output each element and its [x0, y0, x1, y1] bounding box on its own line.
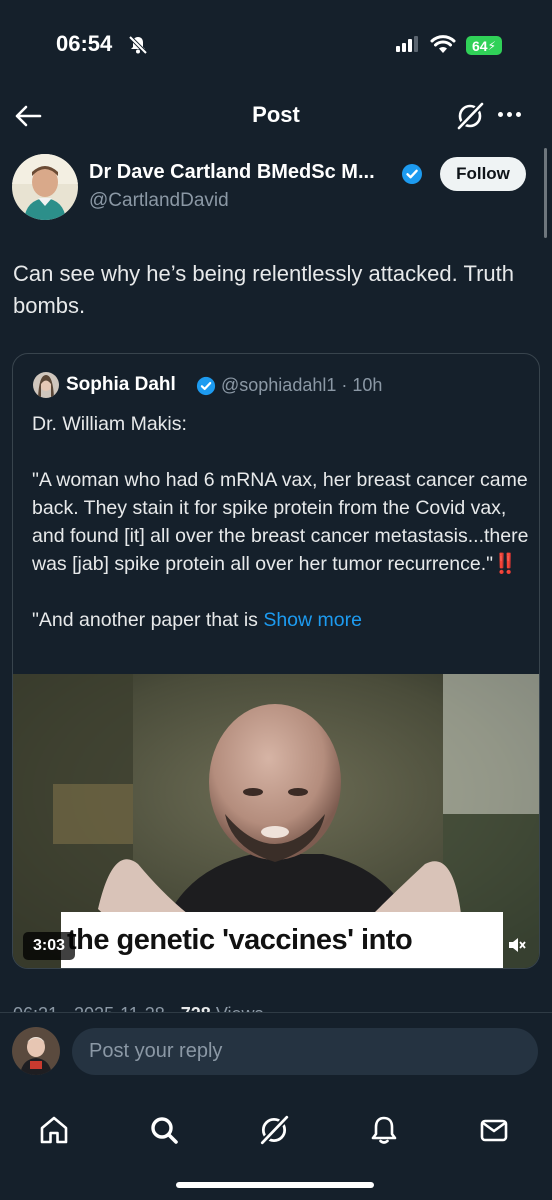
quote-author-name: Sophia Dahl [66, 374, 176, 395]
home-indicator[interactable] [176, 1182, 374, 1188]
verified-badge-icon [196, 376, 216, 401]
grok-icon [258, 1114, 290, 1151]
home-icon [38, 1114, 70, 1151]
grok-icon[interactable] [455, 101, 485, 136]
show-more-link[interactable]: Show more [263, 609, 362, 631]
nav-search[interactable] [134, 1102, 194, 1162]
quote-handle-time: @sophiadahl1 · 10h [221, 375, 383, 395]
user-avatar[interactable] [12, 1027, 60, 1075]
more-icon[interactable] [498, 112, 521, 117]
follow-button[interactable]: Follow [440, 157, 526, 191]
mute-icon[interactable] [507, 936, 527, 959]
post-text: Can see why he’s being relentlessly atta… [13, 261, 514, 318]
reply-input[interactable]: Post your reply [72, 1028, 538, 1075]
scrollbar[interactable] [544, 148, 547, 238]
quote-line-1: Dr. William Makis: [32, 413, 187, 435]
bell-slash-icon [128, 35, 148, 60]
signal-icon [396, 36, 418, 52]
nav-grok[interactable] [244, 1102, 304, 1162]
quoted-post[interactable]: Sophia Dahl @sophiadahl1 · 10h Dr. Willi… [12, 353, 540, 969]
quote-avatar [33, 372, 59, 398]
quote-paragraph-text: "A woman who had 6 mRNA vax, her breast … [32, 469, 529, 575]
double-exclamation-emoji: ‼️ [493, 553, 518, 575]
notifications-icon [368, 1114, 400, 1151]
video-duration: 3:03 [23, 932, 75, 960]
reply-bar: Post your reply [0, 1012, 552, 1088]
nav-notifications[interactable] [354, 1102, 414, 1162]
quote-line-3: "And another paper that is Show more [32, 606, 532, 634]
battery-charging-icon: 64 ⚡ [466, 36, 502, 55]
status-time: 06:54 [56, 31, 113, 56]
bottom-nav [0, 1088, 552, 1200]
author-avatar[interactable] [12, 154, 78, 220]
nav-messages[interactable] [464, 1102, 524, 1162]
battery-level: 64 [471, 37, 488, 54]
verified-badge-icon [401, 163, 423, 190]
nav-home[interactable] [24, 1102, 84, 1162]
video-caption: the genetic 'vaccines' into [67, 924, 413, 956]
search-icon [148, 1114, 180, 1151]
author-name[interactable]: Dr Dave Cartland BMedSc M... [89, 161, 375, 184]
quote-text: Dr. William Makis: "A woman who had 6 mR… [32, 410, 532, 634]
messages-icon [478, 1114, 510, 1151]
video-player[interactable]: the genetic 'vaccines' into 3:03 [13, 674, 539, 968]
wifi-icon [430, 34, 456, 59]
author-handle[interactable]: @CartlandDavid [89, 190, 229, 212]
quote-paragraph: "A woman who had 6 mRNA vax, her breast … [32, 466, 532, 578]
quote-line-3-text: "And another paper that is [32, 609, 264, 631]
